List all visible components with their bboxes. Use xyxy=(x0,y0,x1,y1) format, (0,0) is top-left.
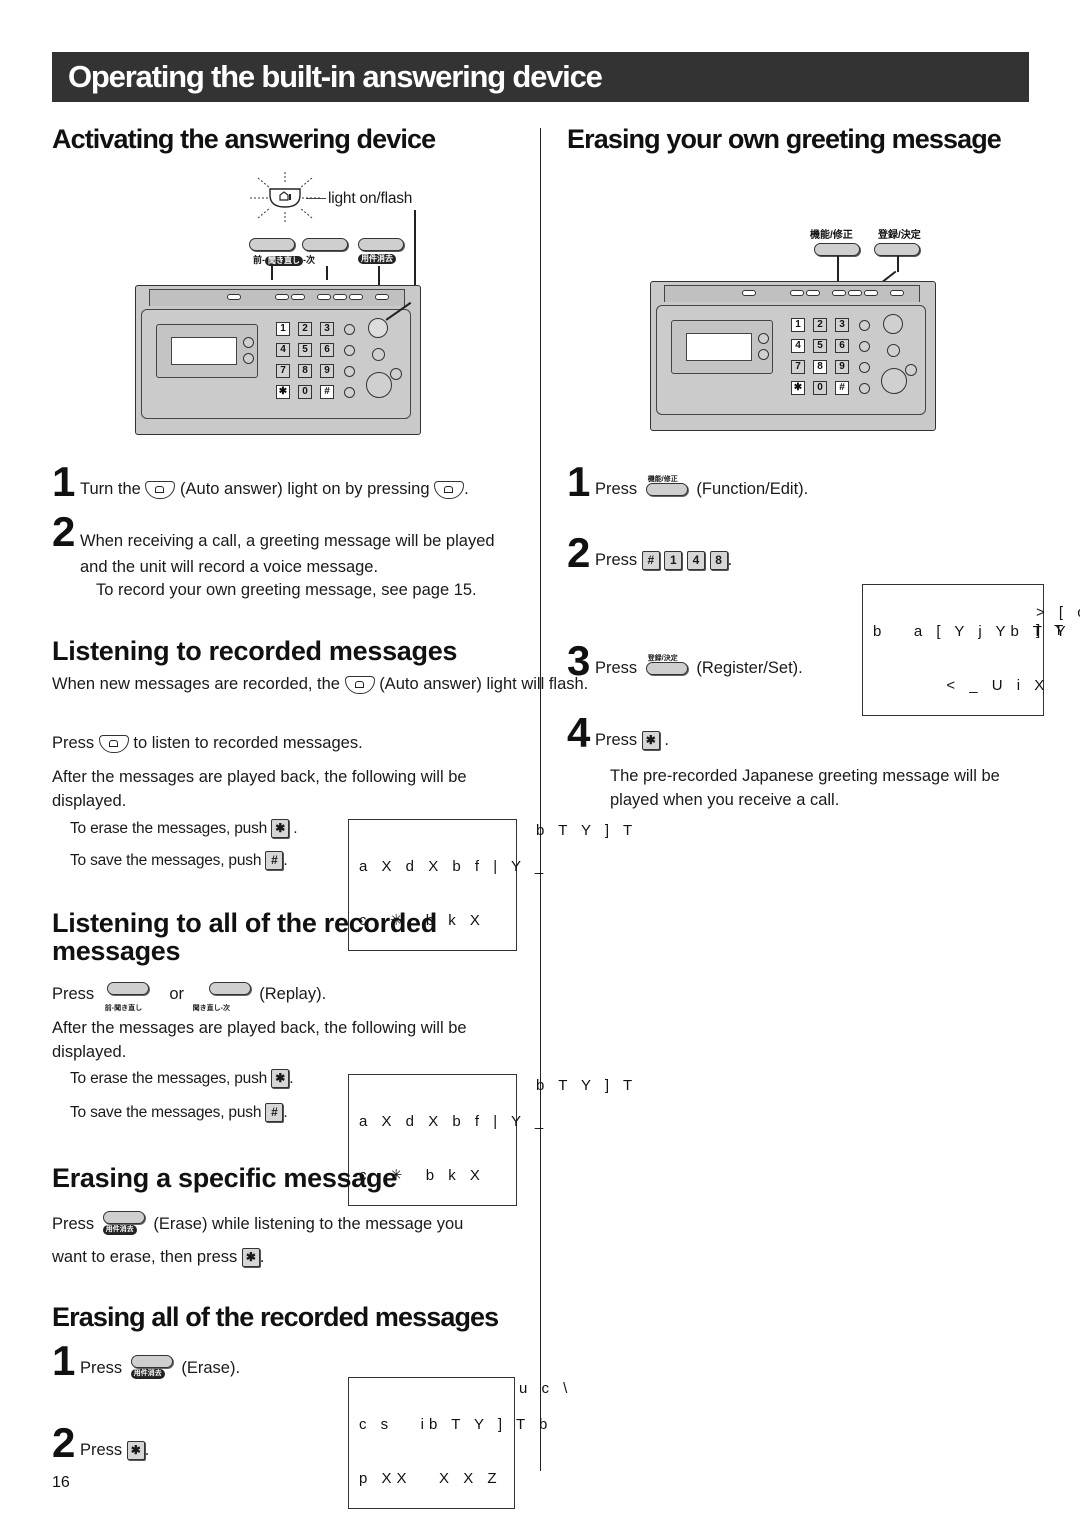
page-title: Operating the built-in answering device xyxy=(68,59,603,94)
step-number: 2 xyxy=(52,1419,76,1466)
replay-button-labels: 前- 聞き直し -次 xyxy=(253,253,315,266)
auto-answer-button-icon xyxy=(98,734,129,753)
lcd-overflow-text: ] T xyxy=(1036,622,1069,639)
lcd-overflow-text: u c \ xyxy=(519,1380,573,1397)
function-edit-label: 機能/修正 xyxy=(810,230,853,241)
erase-specific-p2: want to erase, then press ✱. xyxy=(52,1248,265,1268)
page-number: 16 xyxy=(52,1474,70,1491)
replay-prev-button xyxy=(249,238,295,251)
heading-erase-specific: Erasing a specific message xyxy=(52,1163,397,1193)
function-edit-button xyxy=(814,243,860,256)
erase-all-step-1: Press 用件消去 (Erase). xyxy=(80,1354,240,1380)
greeting-step-4: Press ✱ . xyxy=(595,731,669,751)
heading-erase-all: Erasing all of the recorded messages xyxy=(52,1302,499,1332)
erase-instruction: To erase the messages, push ✱ . xyxy=(70,819,298,839)
key-8-icon: 8 xyxy=(709,551,728,571)
greeting-step-4-note: The pre-recorded Japanese greeting messa… xyxy=(610,767,1000,809)
hash-key-icon: # xyxy=(641,551,660,571)
auto-answer-button-icon xyxy=(434,480,465,499)
heading-listening: Listening to recorded messages xyxy=(52,636,458,666)
step-number: 2 xyxy=(52,508,76,555)
register-set-label: 登録/決定 xyxy=(878,230,921,241)
light-on-flash-label: light on/flash xyxy=(328,190,413,207)
key-1-icon: 1 xyxy=(664,551,683,571)
register-set-button-icon: 登録/決定 xyxy=(642,655,692,680)
listening-p2: Press to listen to recorded messages. xyxy=(52,734,363,753)
step-number: 1 xyxy=(52,458,76,505)
listening-all-p2: After the messages are played back, the … xyxy=(52,1019,467,1061)
lcd-display: b a [ Y j Yb T Y < _ U i X xyxy=(862,584,1066,716)
hash-key-icon: # xyxy=(265,851,284,871)
activating-note: To record your own greeting message, see… xyxy=(96,581,477,599)
step-number: 3 xyxy=(567,637,591,684)
listening-all-p1: Press 前-聞き直し or 聞き直し-次 (Replay). xyxy=(52,981,326,1012)
heading-listening-all: Listening to all of the recorded message… xyxy=(52,908,437,966)
star-key-icon: ✱ xyxy=(271,819,290,839)
erase-button-icon: 用件消去 xyxy=(127,1354,177,1380)
listening-p3: After the messages are played back, the … xyxy=(52,768,467,810)
star-key-icon: ✱ xyxy=(241,1248,260,1268)
lcd-display: c s ib T Y ] T b p XX X X Z xyxy=(348,1377,547,1509)
listening-p1: When new messages are recorded, the (Aut… xyxy=(52,675,589,694)
heading-activating: Activating the answering device xyxy=(52,124,436,154)
lcd-overflow-text: b T Y ] T xyxy=(536,822,638,839)
erase-instruction: To erase the messages, push ✱. xyxy=(70,1069,294,1089)
save-instruction: To save the messages, push #. xyxy=(70,851,288,871)
erase-label: 用件消去 xyxy=(358,254,396,264)
save-instruction: To save the messages, push #. xyxy=(70,1103,288,1123)
prev-label: 前- xyxy=(253,255,265,265)
step-number: 4 xyxy=(567,709,591,756)
auto-answer-light-icon xyxy=(250,172,320,224)
erase-button xyxy=(358,238,404,251)
auto-answer-button-icon xyxy=(344,675,375,694)
star-key-icon: ✱ xyxy=(641,731,660,751)
activating-step-1: Turn the (Auto answer) light on by press… xyxy=(80,480,469,499)
page-title-banner: Operating the built-in answering device xyxy=(52,52,1029,102)
greeting-step-3: Press 登録/決定 (Register/Set). xyxy=(595,655,803,680)
heading-erase-greeting: Erasing your own greeting message xyxy=(567,124,1002,154)
activating-step-2: When receiving a call, a greeting messag… xyxy=(80,532,495,576)
erase-all-step-2: Press ✱. xyxy=(80,1441,150,1461)
function-edit-button-icon: 機能/修正 xyxy=(642,476,692,501)
step-number: 2 xyxy=(567,529,591,576)
lcd-overflow-text: b T Y ] T xyxy=(536,1077,638,1094)
replay-next-button-icon: 聞き直し-次 xyxy=(189,981,255,1012)
replay-prev-button-icon: 前-聞き直し xyxy=(99,981,165,1012)
greeting-step-2: Press # 1 4 8. xyxy=(595,551,733,571)
auto-answer-button-icon xyxy=(145,480,176,499)
star-key-icon: ✱ xyxy=(271,1069,290,1089)
star-key-icon: ✱ xyxy=(126,1441,145,1461)
replay-label: 聞き直し xyxy=(265,256,303,266)
next-label: -次 xyxy=(303,255,315,265)
key-4-icon: 4 xyxy=(686,551,705,571)
erase-specific-p1: Press 用件消去 (Erase) while listening to th… xyxy=(52,1210,463,1236)
replay-next-button xyxy=(302,238,348,251)
step-number: 1 xyxy=(52,1337,76,1384)
hash-key-icon: # xyxy=(265,1103,284,1123)
register-set-button xyxy=(874,243,920,256)
step-number: 1 xyxy=(567,458,591,505)
erase-button-icon: 用件消去 xyxy=(99,1210,149,1236)
column-divider xyxy=(540,128,541,1471)
lcd-overflow-text: > [ c xyxy=(1036,604,1080,621)
greeting-step-1: Press 機能/修正 (Function/Edit). xyxy=(595,476,808,501)
erase-label-wrap: 用件消去 xyxy=(358,253,396,264)
